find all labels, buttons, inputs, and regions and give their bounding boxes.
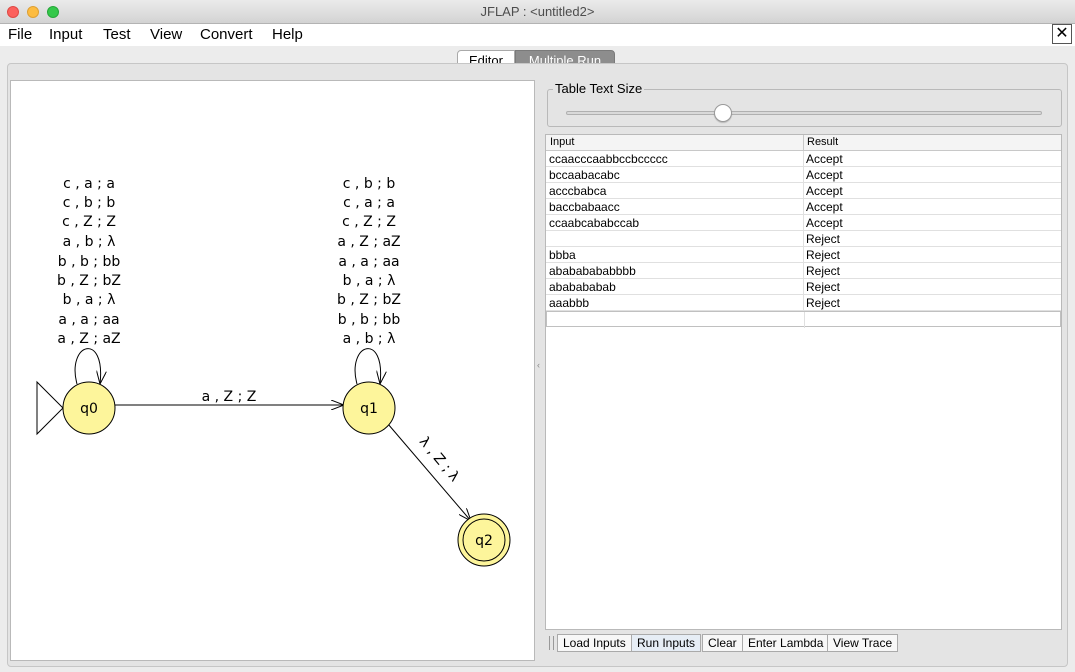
state-q0[interactable]: q0	[62, 381, 116, 435]
state-q2-label: q2	[475, 533, 493, 549]
menu-view[interactable]: View	[150, 26, 182, 43]
q1-loop-label-6: b , a ; λ	[343, 273, 396, 289]
split-pane-handle[interactable]: ‹	[537, 360, 540, 370]
jflap-window: JFLAP : <untitled2> File Input Test View…	[0, 0, 1075, 672]
q1-loop-label-1: c , b ; b	[343, 176, 396, 192]
q0-self-loop	[74, 348, 101, 384]
row-result: Accept	[806, 200, 843, 214]
table-row[interactable]: baccbabaacc Accept	[546, 199, 1061, 215]
q0-loop-label-2: c , b ; b	[63, 195, 116, 211]
row-input[interactable]: acccbabca	[549, 184, 606, 198]
row-input[interactable]: bbba	[549, 248, 576, 262]
view-trace-button[interactable]: View Trace	[827, 634, 899, 652]
menu-bar: File Input Test View Convert Help	[0, 24, 1075, 46]
table-row[interactable]: abababababbbb Reject	[546, 263, 1061, 279]
q0-loop-label-5: b , b ; bb	[58, 254, 121, 270]
row-result: Reject	[806, 232, 841, 246]
row-input[interactable]: aaabbb	[549, 296, 589, 310]
table-row[interactable]: acccbabca Accept	[546, 183, 1061, 199]
results-table: Input Result ccaacccaabbccbccccc Accept …	[545, 134, 1062, 630]
row-result: Reject	[806, 264, 841, 278]
row-result: Accept	[806, 184, 843, 198]
q1-loop-label-9: a , b ; λ	[343, 331, 396, 347]
window-title: JFLAP : <untitled2>	[480, 4, 595, 19]
transition-q1-q2-label: λ , Z ; λ	[416, 434, 462, 485]
row-input[interactable]: ababababab	[549, 280, 616, 294]
enter-lambda-button[interactable]: Enter Lambda	[742, 634, 830, 652]
menu-input[interactable]: Input	[49, 26, 82, 43]
toolbar-grip[interactable]	[549, 636, 554, 650]
row-input[interactable]: bccaabacabc	[549, 168, 620, 182]
q1-loop-labels: c , b ; b c , a ; a c , Z ; Z a , Z ; aZ…	[337, 176, 401, 347]
q1-loop-label-4: a , Z ; aZ	[337, 234, 400, 250]
column-header-result[interactable]: Result	[807, 136, 838, 148]
row-result: Reject	[806, 296, 841, 310]
q1-loop-label-3: c , Z ; Z	[342, 214, 396, 230]
q0-loop-label-9: a , Z ; aZ	[57, 331, 120, 347]
menu-test[interactable]: Test	[103, 26, 131, 43]
q0-loop-label-8: a , a ; aa	[58, 312, 119, 328]
state-q1-label: q1	[360, 401, 378, 417]
q1-loop-label-7: b , Z ; bZ	[337, 292, 401, 308]
table-row[interactable]: ababababab Reject	[546, 279, 1061, 295]
row-result: Reject	[806, 280, 841, 294]
menu-help[interactable]: Help	[272, 26, 303, 43]
column-header-input[interactable]: Input	[550, 136, 574, 148]
q0-loop-labels: c , a ; a c , b ; b c , Z ; Z a , b ; λ …	[57, 176, 121, 347]
q0-loop-label-1: c , a ; a	[63, 176, 115, 192]
table-header: Input Result	[546, 135, 1061, 151]
menu-convert[interactable]: Convert	[200, 26, 253, 43]
q0-loop-label-4: a , b ; λ	[63, 234, 116, 250]
row-input[interactable]: baccbabaacc	[549, 200, 620, 214]
q1-loop-label-8: b , b ; bb	[338, 312, 401, 328]
table-row[interactable]: Reject	[546, 231, 1061, 247]
table-row[interactable]: ccaabcababccab Accept	[546, 215, 1061, 231]
transition-q0-q1-label: a , Z ; Z	[202, 389, 257, 405]
table-row[interactable]: ccaacccaabbccbccccc Accept	[546, 151, 1061, 167]
row-input[interactable]: ccaacccaabbccbccccc	[549, 152, 668, 166]
row-input[interactable]: ccaabcababccab	[549, 216, 639, 230]
clear-button[interactable]: Clear	[702, 634, 743, 652]
q1-loop-label-5: a , a ; aa	[338, 254, 399, 270]
run-inputs-button[interactable]: Run Inputs	[631, 634, 702, 652]
load-inputs-button[interactable]: Load Inputs	[557, 634, 632, 652]
state-q1[interactable]: q1	[342, 381, 396, 435]
table-row[interactable]: bccaabacabc Accept	[546, 167, 1061, 183]
row-result: Accept	[806, 168, 843, 182]
q1-self-loop	[354, 348, 381, 384]
row-result: Accept	[806, 216, 843, 230]
close-tab-icon[interactable]: ✕	[1052, 24, 1072, 44]
initial-state-marker	[36, 380, 64, 436]
q0-loop-label-7: b , a ; λ	[63, 292, 116, 308]
automaton-canvas[interactable]: c , a ; a c , b ; b c , Z ; Z a , b ; λ …	[10, 80, 535, 661]
row-result: Reject	[806, 248, 841, 262]
state-q0-label: q0	[80, 401, 98, 417]
q0-loop-label-6: b , Z ; bZ	[57, 273, 121, 289]
q0-loop-label-3: c , Z ; Z	[62, 214, 116, 230]
title-bar: JFLAP : <untitled2>	[0, 0, 1075, 24]
menu-file[interactable]: File	[8, 26, 32, 43]
table-row-empty[interactable]	[546, 311, 1061, 328]
table-row[interactable]: aaabbb Reject	[546, 295, 1061, 311]
table-text-size-title: Table Text Size	[553, 81, 645, 96]
state-q2[interactable]: q2	[457, 513, 511, 567]
row-result: Accept	[806, 152, 843, 166]
q1-loop-label-2: c , a ; a	[343, 195, 395, 211]
table-row[interactable]: bbba Reject	[546, 247, 1061, 263]
row-input[interactable]: abababababbbb	[549, 264, 636, 278]
text-size-slider-thumb[interactable]	[714, 104, 733, 122]
text-size-slider-track[interactable]	[566, 111, 1042, 115]
